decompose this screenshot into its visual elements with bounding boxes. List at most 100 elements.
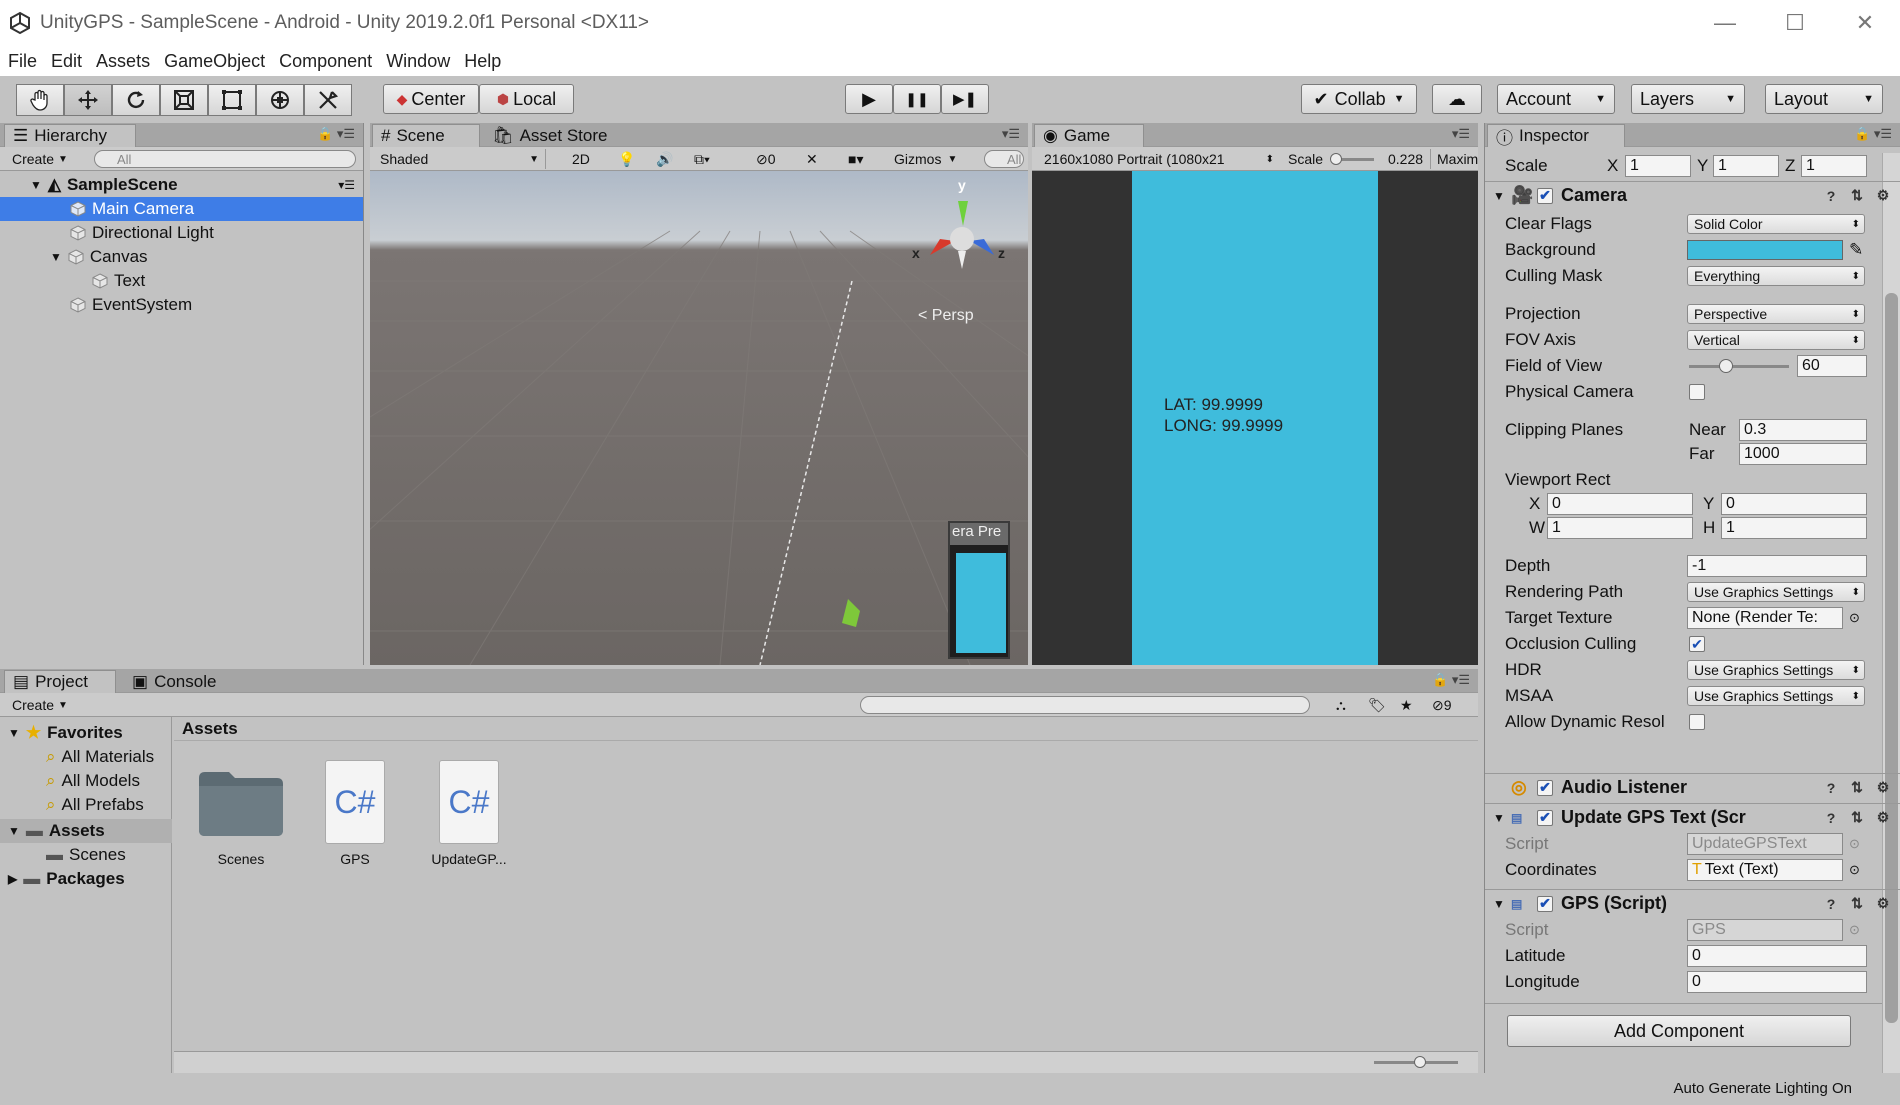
camera-component-header[interactable]: ▼ 🎥 ✔ Camera ? ⇅ ⚙	[1485, 181, 1900, 209]
viewport-h-field[interactable]: 1	[1721, 517, 1867, 539]
rendering-path-dropdown[interactable]: Use Graphics Settings	[1687, 582, 1865, 602]
viewport-x-field[interactable]: 0	[1547, 493, 1693, 515]
packages-folder-row[interactable]: ▶ ▬ Packages	[0, 867, 172, 891]
culling-mask-dropdown[interactable]: Everything	[1687, 266, 1865, 286]
hand-tool-icon[interactable]	[16, 84, 64, 116]
hierarchy-item[interactable]: Main Camera	[0, 197, 363, 221]
effects-icon[interactable]: ⧉▾	[688, 149, 716, 169]
help-icon[interactable]: ?	[1822, 895, 1840, 913]
scale-y-field[interactable]: 1	[1713, 155, 1779, 177]
menu-window[interactable]: Window	[386, 51, 450, 72]
filter-type-icon[interactable]: ⛬	[1330, 695, 1352, 715]
tab-inspector[interactable]: ⓘ Inspector	[1487, 124, 1625, 148]
orientation-gizmo[interactable]: y x z	[910, 171, 1010, 281]
breadcrumb[interactable]: Assets	[174, 717, 1478, 741]
help-icon[interactable]: ?	[1822, 187, 1840, 205]
hidden-objects-toggle[interactable]: ⊘ 0	[750, 149, 782, 169]
pause-button[interactable]: ❚❚	[893, 84, 941, 114]
update-gps-header[interactable]: ▼ ▤ ✔ Update GPS Text (Scr ? ⇅ ⚙	[1485, 803, 1900, 831]
help-icon[interactable]: ?	[1822, 779, 1840, 797]
target-texture-field[interactable]: None (Render Te:	[1687, 607, 1843, 629]
fov-slider[interactable]	[1689, 359, 1789, 373]
create-dropdown[interactable]: Create ▼	[6, 695, 74, 715]
hdr-dropdown[interactable]: Use Graphics Settings	[1687, 660, 1865, 680]
shading-dropdown[interactable]: Shaded ▼	[374, 149, 546, 169]
tab-project[interactable]: ▤ Project	[4, 670, 116, 693]
viewport-y-field[interactable]: 0	[1721, 493, 1867, 515]
tab-game[interactable]: ◉ Game	[1034, 124, 1144, 147]
depth-field[interactable]: -1	[1687, 555, 1867, 577]
project-search-input[interactable]	[860, 696, 1310, 714]
panel-menu-icon[interactable]: 🔒 ▾☰	[1432, 672, 1470, 688]
scale-slider[interactable]	[1330, 153, 1374, 165]
clear-flags-dropdown[interactable]: Solid Color	[1687, 214, 1865, 234]
scene-search-input[interactable]: All	[984, 150, 1024, 168]
tools-icon[interactable]: ✕	[800, 149, 824, 169]
2d-toggle[interactable]: 2D	[566, 149, 596, 169]
favorite-item[interactable]: ⌕ All Models	[0, 769, 172, 793]
close-button[interactable]: ✕	[1830, 0, 1900, 46]
camera-enabled-checkbox[interactable]: ✔	[1537, 187, 1553, 204]
background-color-swatch[interactable]	[1687, 240, 1843, 260]
panel-menu-icon[interactable]: 🔒 ▾☰	[317, 126, 355, 142]
scale-tool-icon[interactable]	[160, 84, 208, 116]
hierarchy-search-input[interactable]: All	[94, 150, 356, 168]
resolution-dropdown[interactable]: 2160x1080 Portrait (1080x21 ⬍	[1038, 149, 1276, 169]
menu-file[interactable]: File	[8, 51, 37, 72]
physical-camera-checkbox[interactable]	[1689, 384, 1705, 400]
gps-script-header[interactable]: ▼ ▤ ✔ GPS (Script) ? ⇅ ⚙	[1485, 889, 1900, 917]
projection-dropdown[interactable]: Perspective	[1687, 304, 1865, 324]
filter-label-icon[interactable]: 🏷	[1362, 695, 1392, 715]
scene-menu-icon[interactable]: ▾☰	[338, 178, 355, 192]
add-component-button[interactable]: Add Component	[1507, 1015, 1851, 1047]
hierarchy-item[interactable]: Directional Light	[0, 221, 363, 245]
favorites-row[interactable]: ▼ ★ Favorites	[0, 721, 172, 745]
presets-icon[interactable]: ⇅	[1848, 895, 1866, 913]
object-picker-icon[interactable]: ⊙	[1849, 862, 1860, 878]
longitude-field[interactable]: 0	[1687, 971, 1867, 993]
menu-assets[interactable]: Assets	[96, 51, 150, 72]
scale-x-field[interactable]: 1	[1625, 155, 1691, 177]
menu-gameobject[interactable]: GameObject	[164, 51, 265, 72]
rect-tool-icon[interactable]	[208, 84, 256, 116]
tab-console[interactable]: ▣ Console	[124, 670, 226, 693]
menu-edit[interactable]: Edit	[51, 51, 82, 72]
assets-folder-row[interactable]: ▼ ▬ Assets	[0, 819, 172, 843]
cloud-button[interactable]: ☁	[1432, 84, 1482, 114]
update-gps-checkbox[interactable]: ✔	[1537, 809, 1553, 826]
coordinates-field[interactable]: T Text (Text)	[1687, 859, 1843, 881]
pivot-local-button[interactable]: ⬢ Local	[479, 84, 574, 114]
minimize-button[interactable]: —	[1690, 0, 1760, 46]
hierarchy-item[interactable]: ▼ Canvas	[0, 245, 363, 269]
menu-help[interactable]: Help	[464, 51, 501, 72]
presets-icon[interactable]: ⇅	[1848, 187, 1866, 205]
dynamic-resolution-checkbox[interactable]	[1689, 714, 1705, 730]
play-button[interactable]: ▶	[845, 84, 893, 114]
settings-gear-icon[interactable]: ⚙	[1874, 187, 1892, 205]
msaa-dropdown[interactable]: Use Graphics Settings	[1687, 686, 1865, 706]
help-icon[interactable]: ?	[1822, 809, 1840, 827]
maximize-on-play[interactable]: Maxim	[1430, 149, 1484, 169]
custom-tool-icon[interactable]	[304, 84, 352, 116]
move-tool-icon[interactable]	[64, 84, 112, 116]
pivot-center-button[interactable]: ◆ Center	[383, 84, 479, 114]
latitude-field[interactable]: 0	[1687, 945, 1867, 967]
occlusion-culling-checkbox[interactable]: ✔	[1689, 636, 1705, 652]
gizmos-dropdown[interactable]: Gizmos ▼	[888, 149, 963, 169]
scene-viewport[interactable]: y x z < Persp era Pre	[370, 171, 1028, 665]
collab-button[interactable]: ✔ Collab ▼	[1301, 84, 1417, 114]
icon-size-slider[interactable]	[1374, 1056, 1458, 1068]
hierarchy-item[interactable]: EventSystem	[0, 293, 363, 317]
hidden-packages-toggle[interactable]: ⊘ 9	[1426, 695, 1458, 715]
settings-gear-icon[interactable]: ⚙	[1874, 779, 1892, 797]
scale-z-field[interactable]: 1	[1801, 155, 1867, 177]
audio-listener-checkbox[interactable]: ✔	[1537, 779, 1553, 796]
far-field[interactable]: 1000	[1739, 443, 1867, 465]
favorite-star-icon[interactable]: ★	[1394, 695, 1419, 715]
scenes-folder-row[interactable]: ▬ Scenes	[0, 843, 172, 867]
scene-root[interactable]: ▼ ◭ SampleScene ▾☰	[0, 173, 363, 197]
viewport-w-field[interactable]: 1	[1547, 517, 1693, 539]
expand-arrow-icon[interactable]: ▼	[50, 250, 62, 264]
presets-icon[interactable]: ⇅	[1848, 779, 1866, 797]
camera-icon[interactable]: ■▾	[842, 149, 869, 169]
